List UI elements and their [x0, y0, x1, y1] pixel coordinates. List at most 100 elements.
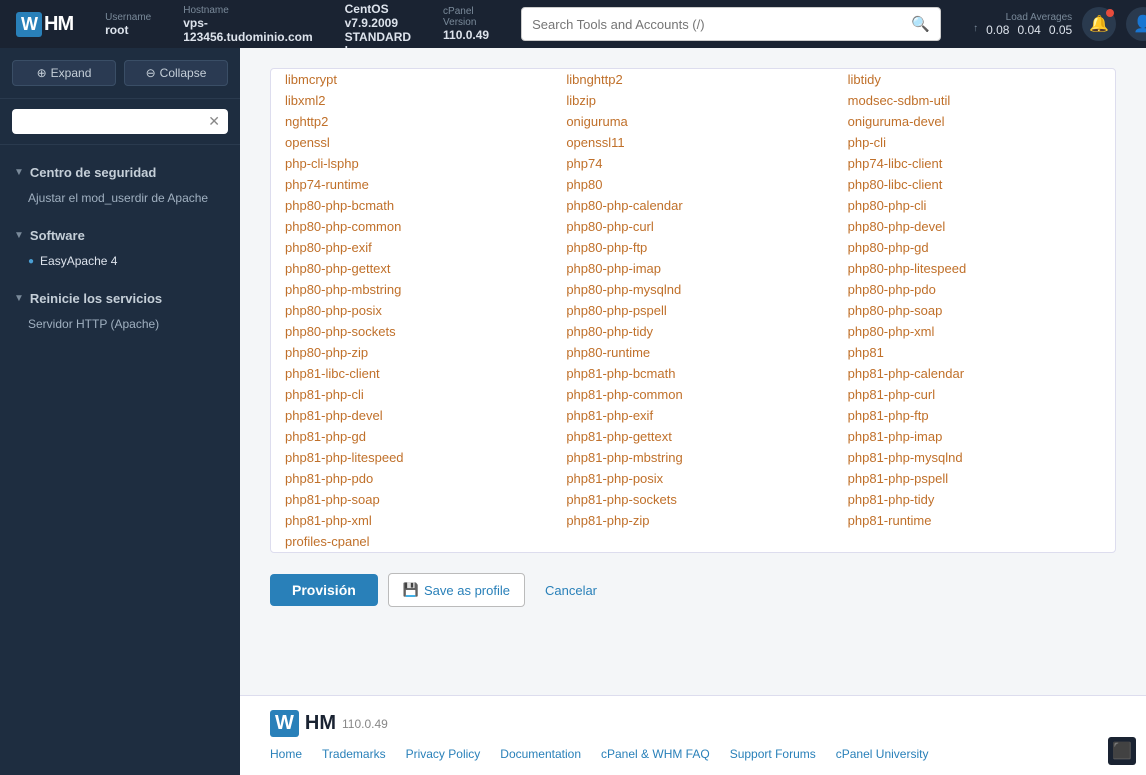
sidebar-item-easyapache4[interactable]: ● EasyApache 4: [0, 249, 240, 273]
package-cell: php81-runtime: [834, 510, 1115, 531]
package-link[interactable]: openssl: [285, 135, 330, 150]
package-link[interactable]: php81-php-curl: [848, 387, 935, 402]
footer-link[interactable]: cPanel & WHM FAQ: [601, 747, 710, 761]
package-link[interactable]: php80-runtime: [566, 345, 650, 360]
footer-link[interactable]: Trademarks: [322, 747, 386, 761]
package-link[interactable]: php81-php-litespeed: [285, 450, 404, 465]
package-link[interactable]: php80-php-soap: [848, 303, 943, 318]
package-link[interactable]: php74: [566, 156, 602, 171]
sidebar-item-apache[interactable]: Servidor HTTP (Apache): [0, 312, 240, 336]
package-link[interactable]: php81-php-pspell: [848, 471, 948, 486]
footer-link[interactable]: cPanel University: [836, 747, 929, 761]
package-link[interactable]: php81-php-mbstring: [566, 450, 682, 465]
search-input[interactable]: [532, 17, 907, 32]
user-menu-button[interactable]: 👤: [1126, 7, 1146, 41]
package-link[interactable]: php80-php-gettext: [285, 261, 391, 276]
sidebar-item-reiniciar[interactable]: ▼ Reinicie los servicios: [0, 285, 240, 312]
package-link[interactable]: profiles-cpanel: [285, 534, 370, 549]
package-link[interactable]: php80-php-sockets: [285, 324, 396, 339]
package-link[interactable]: php80-php-common: [285, 219, 401, 234]
package-link[interactable]: php81-php-common: [566, 387, 682, 402]
package-link[interactable]: php81-php-devel: [285, 408, 383, 423]
package-link[interactable]: php81-runtime: [848, 513, 932, 528]
package-link[interactable]: php80-php-mbstring: [285, 282, 401, 297]
package-cell: openssl11: [552, 132, 833, 153]
corner-icon[interactable]: ⬛: [1108, 737, 1136, 765]
package-link[interactable]: openssl11: [566, 135, 624, 150]
package-link[interactable]: php74-runtime: [285, 177, 369, 192]
package-link[interactable]: php80: [566, 177, 602, 192]
provision-button[interactable]: Provisión: [270, 574, 378, 606]
package-cell: php81: [834, 342, 1115, 363]
package-link[interactable]: php80-php-devel: [848, 219, 946, 234]
footer-link[interactable]: Privacy Policy: [406, 747, 481, 761]
package-cell: php81-php-gettext: [552, 426, 833, 447]
package-link[interactable]: php80-php-bcmath: [285, 198, 394, 213]
package-link[interactable]: php80-php-pspell: [566, 303, 666, 318]
search-box[interactable]: 🔍: [521, 7, 941, 41]
package-link[interactable]: php81-php-exif: [566, 408, 653, 423]
package-link[interactable]: modsec-sdbm-util: [848, 93, 951, 108]
package-link[interactable]: php81-php-xml: [285, 513, 372, 528]
package-link[interactable]: php81-libc-client: [285, 366, 380, 381]
sidebar-search-clear[interactable]: ✕: [208, 113, 220, 130]
package-link[interactable]: php81-php-soap: [285, 492, 380, 507]
package-link[interactable]: php80-php-mysqlnd: [566, 282, 681, 297]
package-link[interactable]: php80-php-zip: [285, 345, 368, 360]
collapse-button[interactable]: ⊖ Collapse: [124, 60, 228, 86]
package-link[interactable]: php80-php-cli: [848, 198, 927, 213]
cancel-button[interactable]: Cancelar: [535, 575, 607, 606]
package-link[interactable]: php80-php-pdo: [848, 282, 936, 297]
package-link[interactable]: libnghttp2: [566, 72, 622, 87]
footer-link[interactable]: Home: [270, 747, 302, 761]
package-link[interactable]: php81-php-pdo: [285, 471, 373, 486]
package-link[interactable]: libxml2: [285, 93, 325, 108]
sidebar-search-input[interactable]: EasyApache 4: [20, 115, 208, 129]
sidebar-item-security[interactable]: ▼ Centro de seguridad: [0, 159, 240, 186]
sidebar-item-software[interactable]: ▼ Software: [0, 222, 240, 249]
notifications-button[interactable]: 🔔: [1082, 7, 1116, 41]
package-link[interactable]: php80-php-posix: [285, 303, 382, 318]
package-cell: php80-php-imap: [552, 258, 833, 279]
package-link[interactable]: php81-php-posix: [566, 471, 663, 486]
package-link[interactable]: php81-php-sockets: [566, 492, 677, 507]
package-link[interactable]: php80-php-tidy: [566, 324, 653, 339]
package-link[interactable]: php80-php-xml: [848, 324, 935, 339]
package-link[interactable]: php-cli: [848, 135, 886, 150]
package-link[interactable]: php81-php-mysqlnd: [848, 450, 963, 465]
package-link[interactable]: php81-php-gd: [285, 429, 366, 444]
footer-link[interactable]: Support Forums: [730, 747, 816, 761]
package-link[interactable]: php80-php-gd: [848, 240, 929, 255]
package-link[interactable]: php74-libc-client: [848, 156, 943, 171]
package-cell: php81-php-devel: [271, 405, 552, 426]
expand-button[interactable]: ⊕ Expand: [12, 60, 116, 86]
package-link[interactable]: libtidy: [848, 72, 881, 87]
package-link[interactable]: php-cli-lsphp: [285, 156, 359, 171]
package-link[interactable]: libmcrypt: [285, 72, 337, 87]
package-link[interactable]: oniguruma: [566, 114, 627, 129]
footer-link[interactable]: Documentation: [500, 747, 581, 761]
package-link[interactable]: php81-php-bcmath: [566, 366, 675, 381]
save-profile-button[interactable]: 💾 Save as profile: [388, 573, 525, 607]
package-link[interactable]: php81: [848, 345, 884, 360]
package-link[interactable]: php80-php-calendar: [566, 198, 682, 213]
package-link[interactable]: php81-php-tidy: [848, 492, 935, 507]
package-link[interactable]: php81-php-zip: [566, 513, 649, 528]
package-link[interactable]: libzip: [566, 93, 596, 108]
package-link[interactable]: php80-php-litespeed: [848, 261, 967, 276]
package-link[interactable]: php80-php-ftp: [566, 240, 647, 255]
package-link[interactable]: oniguruma-devel: [848, 114, 945, 129]
sidebar-item-mod-userdir[interactable]: Ajustar el mod_userdir de Apache: [0, 186, 240, 210]
package-link[interactable]: php81-php-calendar: [848, 366, 964, 381]
package-link[interactable]: php80-php-exif: [285, 240, 372, 255]
package-cell: [834, 531, 1115, 552]
sidebar-search-box[interactable]: EasyApache 4 ✕: [12, 109, 228, 134]
package-link[interactable]: php81-php-ftp: [848, 408, 929, 423]
package-link[interactable]: php80-php-curl: [566, 219, 653, 234]
package-link[interactable]: php80-libc-client: [848, 177, 943, 192]
package-link[interactable]: nghttp2: [285, 114, 328, 129]
package-link[interactable]: php81-php-imap: [848, 429, 943, 444]
package-link[interactable]: php81-php-cli: [285, 387, 364, 402]
package-link[interactable]: php81-php-gettext: [566, 429, 672, 444]
package-link[interactable]: php80-php-imap: [566, 261, 661, 276]
